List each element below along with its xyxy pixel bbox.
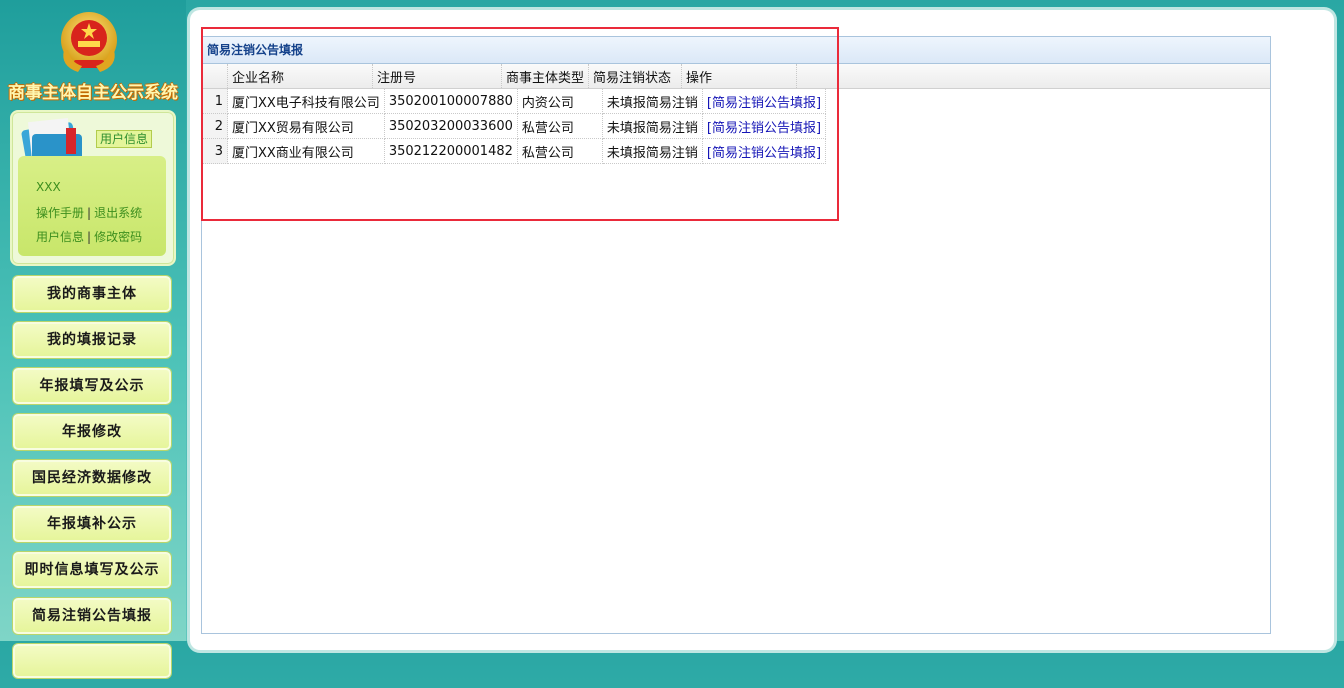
left-sidebar: 商事主体自主公示系统 用户信息 XXX 操作手册 | 退出系统 用户信息 | 修改密码 … (0, 0, 186, 678)
logout-link[interactable]: 退出系统 (94, 206, 142, 220)
user-info-badge: 用户信息 (96, 130, 153, 148)
national-emblem-icon (61, 12, 117, 72)
menu-simple-cancellation[interactable]: 简易注销公告填报 (13, 598, 171, 634)
menu-annual-report[interactable]: 年报填写及公示 (13, 368, 171, 404)
menu-economic-data-edit[interactable]: 国民经济数据修改 (13, 460, 171, 496)
menu-annual-report-edit[interactable]: 年报修改 (13, 414, 171, 450)
system-title: 商事主体自主公示系统 (8, 83, 178, 103)
menu-my-records[interactable]: 我的填报记录 (13, 322, 171, 358)
user-links-row-2: 用户信息 | 修改密码 (36, 228, 142, 245)
main-menu: 我的商事主体 我的填报记录 年报填写及公示 年报修改 国民经济数据修改 年报填补… (13, 276, 171, 688)
highlight-annotation-box (201, 27, 839, 221)
menu-my-entities[interactable]: 我的商事主体 (13, 276, 171, 312)
separator: | (87, 230, 92, 244)
username: XXX (36, 180, 61, 194)
change-password-link[interactable]: 修改密码 (94, 230, 142, 244)
separator: | (87, 206, 92, 220)
menu-annual-report-supplement[interactable]: 年报填补公示 (13, 506, 171, 542)
user-panel: 用户信息 XXX 操作手册 | 退出系统 用户信息 | 修改密码 (10, 110, 176, 266)
user-links-row-1: 操作手册 | 退出系统 (36, 204, 142, 221)
user-info-link[interactable]: 用户信息 (36, 230, 84, 244)
menu-empty-slot[interactable] (13, 644, 171, 678)
menu-instant-info[interactable]: 即时信息填写及公示 (13, 552, 171, 588)
manual-link[interactable]: 操作手册 (36, 206, 84, 220)
